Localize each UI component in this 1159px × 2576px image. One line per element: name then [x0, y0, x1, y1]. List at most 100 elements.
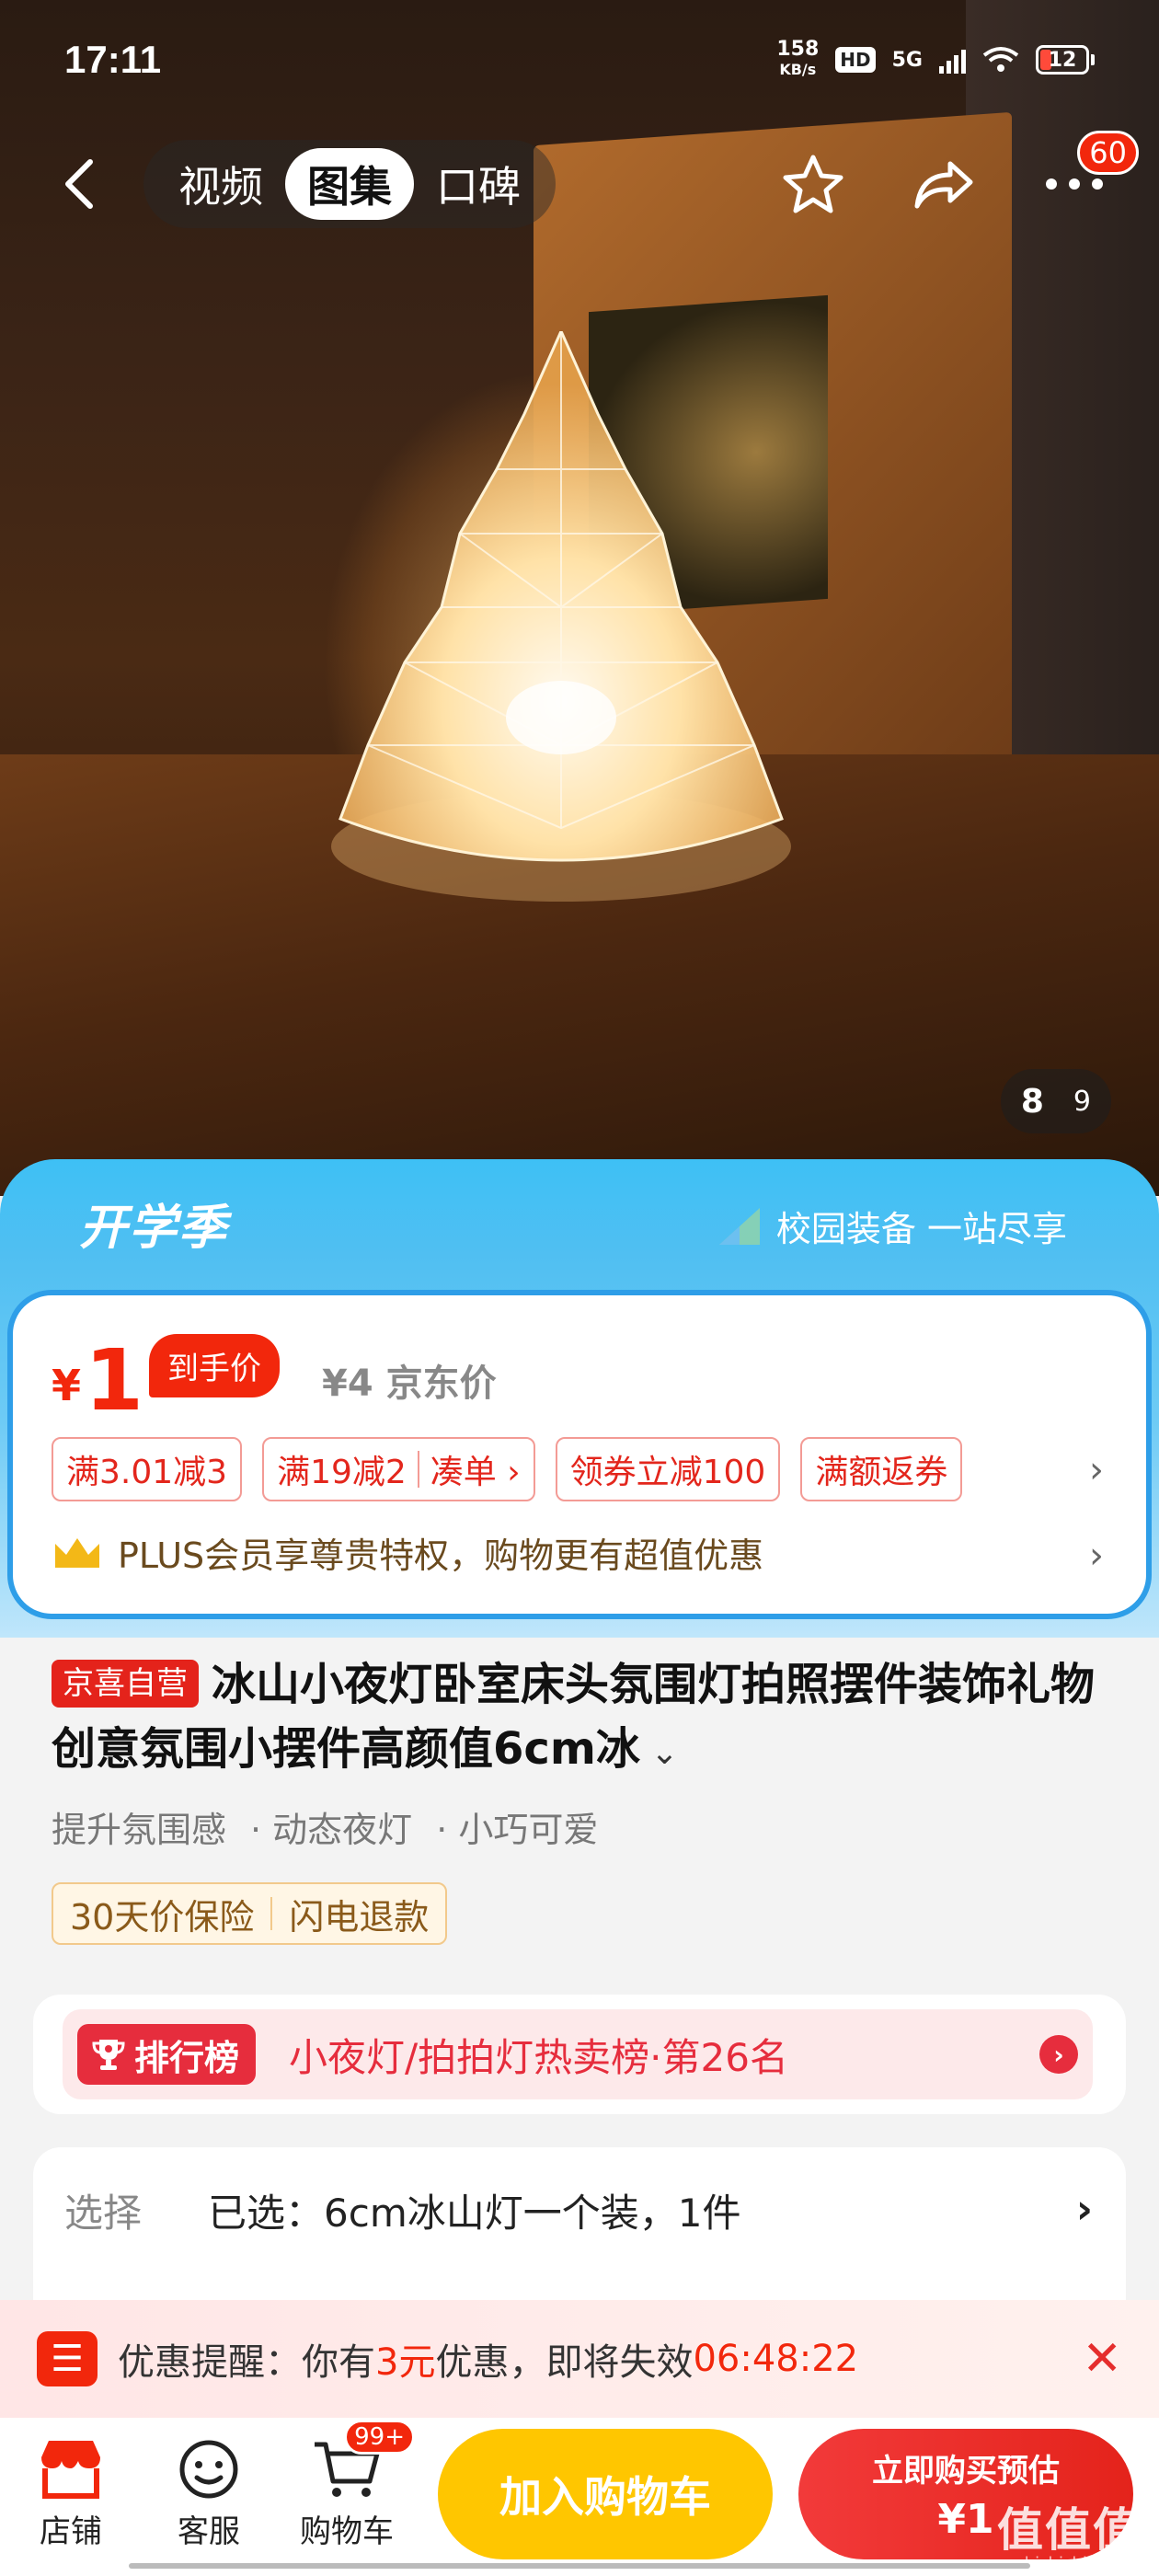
tab-video[interactable]: 视频: [156, 148, 285, 220]
self-operated-tag: 京喜自营: [52, 1660, 199, 1708]
net-speed-value: 158: [776, 38, 820, 61]
close-icon[interactable]: ✕: [1082, 2331, 1122, 2386]
select-chevron-icon[interactable]: ›: [1076, 2186, 1093, 2233]
add-to-cart-button[interactable]: 加入购物车: [438, 2429, 773, 2559]
coupon-label: 满19减2: [277, 1454, 407, 1491]
product-title: 冰山小夜灯卧室床头氛围灯拍照摆件装饰礼物创意氛围小摆件高颜值6cm冰: [52, 1659, 1096, 1775]
feature-tag: 提升氛围感: [52, 1810, 227, 1850]
reminder-countdown: 06:48:22: [693, 2338, 859, 2380]
tab-reviews[interactable]: 口碑: [414, 148, 543, 220]
feature-tag: · 小巧可爱: [436, 1810, 599, 1850]
hd-icon: HD: [835, 47, 876, 73]
net-speed: 158 KB/s: [776, 40, 819, 80]
coupon-menu-icon: ☰: [37, 2331, 98, 2386]
star-icon: [783, 155, 843, 213]
message-badge: 60: [1077, 131, 1139, 175]
coupon-divider: [417, 1451, 419, 1488]
site-watermark: 值值值: [997, 2503, 1141, 2557]
service-icon: [172, 2432, 246, 2506]
guarantee-badges[interactable]: 30天价保险 闪电退款: [52, 1882, 448, 1945]
cart-icon: 99+: [310, 2420, 415, 2506]
plus-member-row[interactable]: PLUS会员享尊贵特权，购物更有超值优惠: [52, 1527, 763, 1578]
home-indicator[interactable]: [129, 2563, 1030, 2569]
product-title-block[interactable]: 京喜自营 冰山小夜灯卧室床头氛围灯拍照摆件装饰礼物创意氛围小摆件高颜值6cm冰 ⌄: [52, 1652, 1109, 1786]
feature-tags: 提升氛围感 · 动态夜灯 · 小巧可爱: [52, 1801, 598, 1852]
select-label: 选择: [64, 2191, 143, 2236]
product-detail-page: 17:11 158 KB/s HD 5G 12 视频 图集 口碑 60 8 9 …: [0, 0, 1159, 2576]
store-icon: [34, 2432, 108, 2506]
guarantee-divider: [270, 1897, 273, 1930]
reminder-amount: 3元: [375, 2341, 436, 2384]
coupon-add-on[interactable]: 凑单 ›: [430, 1445, 521, 1493]
status-icons: 158 KB/s HD 5G 12: [776, 40, 1095, 80]
back-arrow-icon: [65, 159, 93, 209]
expand-chevron-icon[interactable]: ⌄: [640, 1734, 678, 1772]
crown-icon: [55, 1537, 99, 1568]
price-row: ¥ 1 到手价 ¥4 京东价: [52, 1334, 497, 1423]
status-time: 17:11: [64, 38, 162, 81]
price-symbol: ¥: [52, 1361, 82, 1410]
cart-count-badge: 99+: [344, 2420, 415, 2455]
cart-label: 购物车: [300, 2513, 394, 2550]
discount-reminder[interactable]: ☰ 优惠提醒：你有 3元 优惠，即将失效 06:48:22 ✕: [0, 2300, 1159, 2418]
trophy-icon: [92, 2040, 125, 2070]
image-current: 8: [1020, 1082, 1044, 1121]
buy-now-label: 立即购买预估: [872, 2453, 1060, 2490]
image-counter: 8 9: [1000, 1069, 1111, 1133]
price-amount: 1: [85, 1331, 144, 1430]
ranking-badge-label: 排行榜: [134, 2037, 240, 2078]
favorite-button[interactable]: [780, 151, 846, 217]
coupon-label: 满3.01减3: [66, 1454, 228, 1491]
promo-subtitle: 校园装备 一站尽享: [775, 1209, 1067, 1249]
crystal-lamp-illustration: [331, 331, 791, 902]
reminder-prefix: 优惠提醒：你有: [118, 2341, 375, 2384]
selected-spec[interactable]: 已选：6cm冰山灯一个装，1件: [208, 2182, 740, 2238]
coupon-1[interactable]: 满3.01减3: [52, 1437, 243, 1501]
plus-chevron-icon[interactable]: ›: [1089, 1535, 1104, 1577]
battery-icon: 12: [1036, 45, 1095, 75]
more-button[interactable]: 60: [1041, 131, 1139, 217]
wifi-icon: [982, 47, 1019, 72]
share-button[interactable]: [911, 151, 977, 217]
signal-icon: [939, 46, 966, 74]
ranking-badge: 排行榜: [77, 2024, 257, 2085]
plus-text: PLUS会员享尊贵特权，购物更有超值优惠: [118, 1535, 764, 1576]
nav-actions: 60: [780, 131, 1139, 217]
store-label: 店铺: [40, 2513, 102, 2550]
coupon-row: 满3.01减3 满19减2 凑单 › 领券立减100 满额返券: [52, 1437, 963, 1501]
promo-title: 开学季: [79, 1201, 229, 1256]
price-protection: 30天价保险: [70, 1896, 255, 1938]
store-button[interactable]: 店铺: [20, 2432, 121, 2551]
ranking-go-icon[interactable]: ›: [1039, 2035, 1078, 2074]
jd-price: ¥4 京东价: [322, 1363, 497, 1405]
image-total: 9: [1073, 1085, 1091, 1118]
coupon-label: 满额返券: [815, 1454, 948, 1491]
reminder-suffix: 优惠，即将失效: [435, 2341, 694, 2384]
tab-gallery[interactable]: 图集: [285, 148, 414, 220]
share-icon: [914, 161, 973, 209]
buy-now-price: ¥1: [937, 2496, 994, 2543]
site-watermark-url: zhizhizhi.com: [1016, 2554, 1128, 2573]
feature-tag: · 动态夜灯: [250, 1810, 413, 1850]
coupon-more-chevron-icon[interactable]: ›: [1089, 1449, 1104, 1491]
service-label: 客服: [178, 2513, 240, 2550]
battery-level: 12: [1048, 48, 1077, 72]
more-dots-icon: [1046, 178, 1103, 190]
customer-service-button[interactable]: 客服: [158, 2432, 259, 2551]
fast-refund: 闪电退款: [289, 1896, 430, 1938]
coupon-2[interactable]: 满19减2 凑单 ›: [262, 1437, 535, 1501]
network-type: 5G: [891, 48, 923, 72]
final-price-tag: 到手价: [149, 1334, 281, 1397]
promo-subtitle-wrap: 校园装备 一站尽享: [716, 1201, 1067, 1251]
ranking-text: 小夜灯/拍拍灯热卖榜·第26名: [289, 2034, 788, 2080]
media-tabs: 视频 图集 口碑: [143, 140, 556, 228]
ruler-triangle-icon: [718, 1207, 760, 1245]
top-nav: 视频 图集 口碑 60: [0, 131, 1159, 230]
cart-button[interactable]: 99+ 购物车: [296, 2420, 415, 2551]
coupon-4[interactable]: 满额返券: [800, 1437, 963, 1501]
back-button[interactable]: [52, 156, 107, 212]
coupon-3[interactable]: 领券立减100: [555, 1437, 781, 1501]
status-bar: 17:11 158 KB/s HD 5G 12: [0, 0, 1159, 120]
net-speed-unit: KB/s: [779, 61, 817, 78]
ranking-banner[interactable]: 排行榜 小夜灯/拍拍灯热卖榜·第26名 ›: [63, 2009, 1093, 2099]
